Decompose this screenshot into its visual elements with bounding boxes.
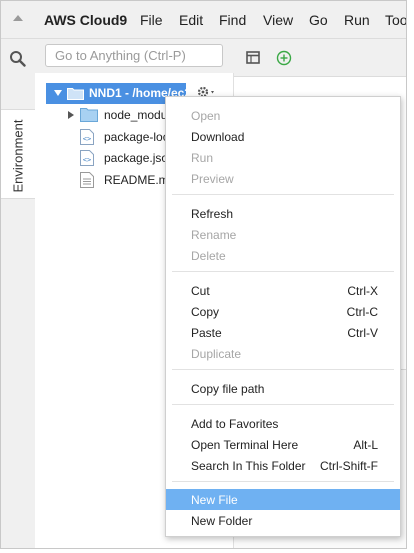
menu-item-download[interactable]: Download <box>166 126 400 147</box>
menu-item-cut[interactable]: Cut Ctrl-X <box>166 280 400 301</box>
menu-item-label: Search In This Folder <box>191 459 306 473</box>
menu-file[interactable]: File <box>140 12 163 28</box>
add-tab-icon[interactable] <box>276 50 292 66</box>
svg-text:<>: <> <box>83 135 91 143</box>
menu-item-run[interactable]: Run <box>166 147 400 168</box>
menu-find[interactable]: Find <box>219 12 246 28</box>
menu-item-label: Copy file path <box>191 382 265 396</box>
menu-item-label: Delete <box>191 249 226 263</box>
side-strip: Environment <box>1 39 35 548</box>
menu-bar: AWS Cloud9 File Edit Find View Go Run To… <box>1 1 406 39</box>
json-file-icon: <> <box>80 129 94 145</box>
menu-item-new-file[interactable]: New File <box>166 489 400 510</box>
menu-item-label: Run <box>191 151 214 165</box>
menu-item-label: Download <box>191 130 245 144</box>
folder-icon <box>80 108 98 122</box>
svg-text:<>: <> <box>83 156 91 164</box>
menu-item-label: Rename <box>191 228 237 242</box>
goto-bar <box>35 39 234 73</box>
menu-item-label: Duplicate <box>191 347 242 361</box>
app-brand-menu[interactable]: AWS Cloud9 <box>44 12 127 28</box>
menu-item-label: Paste <box>191 326 222 340</box>
menu-separator <box>172 271 394 272</box>
menu-separator <box>172 481 394 482</box>
menu-item-label: Refresh <box>191 207 234 221</box>
menu-item-paste[interactable]: Paste Ctrl-V <box>166 322 400 343</box>
tree-row-label: node_modul <box>104 108 171 122</box>
menu-item-preview[interactable]: Preview <box>166 168 400 189</box>
collapsed-arrow-icon[interactable] <box>68 111 74 119</box>
folder-icon <box>67 88 84 100</box>
expand-arrow-icon[interactable] <box>54 90 62 96</box>
menu-item-label: Open Terminal Here <box>191 438 299 452</box>
collapse-menu-icon[interactable] <box>13 15 23 21</box>
menu-item-delete[interactable]: Delete <box>166 245 400 266</box>
menu-item-open[interactable]: Open <box>166 105 400 126</box>
tab-environment-label: Environment <box>10 119 26 193</box>
menu-tools[interactable]: Too <box>385 12 406 28</box>
menu-item-label: Cut <box>191 284 210 298</box>
menu-item-shortcut: Ctrl-Shift-F <box>320 459 378 473</box>
json-file-icon: <> <box>80 150 94 166</box>
menu-item-shortcut: Ctrl-X <box>347 284 378 298</box>
menu-item-copy[interactable]: Copy Ctrl-C <box>166 301 400 322</box>
menu-item-add-to-favorites[interactable]: Add to Favorites <box>166 413 400 434</box>
menu-item-label: Copy <box>191 305 220 319</box>
menu-item-label: Add to Favorites <box>191 417 279 431</box>
menu-item-shortcut: Alt-L <box>353 438 378 452</box>
menu-item-shortcut: Ctrl-C <box>346 305 378 319</box>
menu-go[interactable]: Go <box>309 12 328 28</box>
menu-item-refresh[interactable]: Refresh <box>166 203 400 224</box>
menu-item-label: New Folder <box>191 514 253 528</box>
menu-item-label: Preview <box>191 172 234 186</box>
menu-item-new-folder[interactable]: New Folder <box>166 510 400 531</box>
text-file-icon <box>80 172 94 188</box>
menu-separator <box>172 404 394 405</box>
menu-item-label: New File <box>191 493 238 507</box>
menu-item-rename[interactable]: Rename <box>166 224 400 245</box>
menu-item-search-in-folder[interactable]: Search In This Folder Ctrl-Shift-F <box>166 455 400 476</box>
menu-item-open-terminal-here[interactable]: Open Terminal Here Alt-L <box>166 434 400 455</box>
menu-item-label: Open <box>191 109 221 123</box>
menu-separator <box>172 369 394 370</box>
menu-run[interactable]: Run <box>344 12 370 28</box>
menu-item-shortcut: Ctrl-V <box>347 326 378 340</box>
menu-edit[interactable]: Edit <box>179 12 203 28</box>
menu-separator <box>172 194 394 195</box>
search-icon[interactable] <box>9 50 26 67</box>
menu-view[interactable]: View <box>263 12 293 28</box>
editor-tab-bar <box>234 39 406 77</box>
goto-anything-input[interactable] <box>45 44 223 67</box>
menu-item-duplicate[interactable]: Duplicate <box>166 343 400 364</box>
menu-item-copy-file-path[interactable]: Copy file path <box>166 378 400 399</box>
file-list-icon[interactable] <box>246 51 262 65</box>
ide-window: AWS Cloud9 File Edit Find View Go Run To… <box>0 0 407 549</box>
context-menu: Open Download Run Preview Refresh Rename… <box>165 96 401 537</box>
